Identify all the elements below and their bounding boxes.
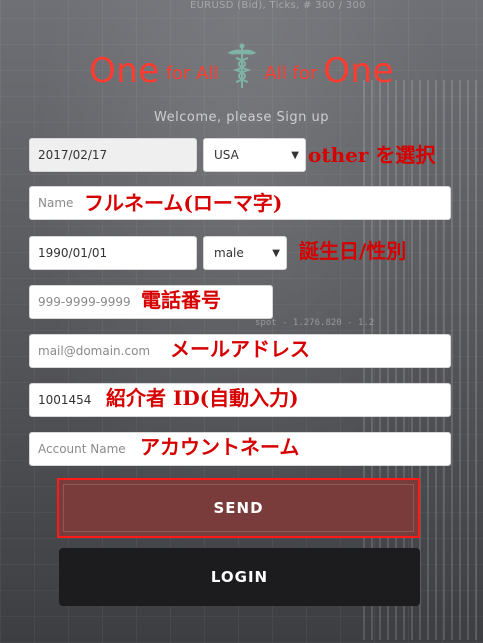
email-placeholder: mail@domain.com bbox=[38, 344, 151, 358]
gender-select[interactable]: male ▼ bbox=[203, 236, 287, 270]
referrer-id-value: 1001454 bbox=[38, 393, 92, 407]
logo-all-for: All for bbox=[264, 63, 318, 84]
annotation-email: メールアドレス bbox=[170, 337, 310, 361]
annotation-referrer: 紹介者 ID(自動入力) bbox=[106, 386, 299, 410]
logo-one-right: One bbox=[323, 51, 395, 91]
birthdate-input[interactable]: 1990/01/01 bbox=[29, 236, 197, 270]
welcome-subtitle: Welcome, please Sign up bbox=[154, 110, 329, 125]
send-button[interactable]: SEND bbox=[57, 478, 420, 538]
send-button-label: SEND bbox=[213, 499, 264, 517]
logo-one-left: One bbox=[88, 51, 160, 91]
name-placeholder: Name bbox=[38, 196, 74, 210]
annotation-name: フルネーム(ローマ字) bbox=[84, 191, 283, 215]
dropdown-arrow-icon: ▼ bbox=[272, 247, 280, 259]
annotation-phone: 電話番号 bbox=[141, 288, 221, 312]
phone-placeholder: 999-9999-9999 bbox=[38, 295, 131, 309]
registration-date-field[interactable]: 2017/02/17 bbox=[29, 138, 197, 172]
gender-selected-value: male bbox=[214, 246, 244, 260]
login-button-label: LOGIN bbox=[210, 568, 269, 586]
registration-date-value: 2017/02/17 bbox=[38, 148, 108, 162]
background-price-text: spot - 1.276.820 - 1.2 bbox=[255, 318, 375, 328]
brand-logo: One for All All for One bbox=[0, 40, 483, 90]
logo-for-all: for All bbox=[165, 63, 219, 84]
account-name-placeholder: Account Name bbox=[38, 442, 126, 456]
dropdown-arrow-icon: ▼ bbox=[291, 149, 299, 161]
signup-page: EURUSD (Bid), Ticks, # 300 / 300 spot - … bbox=[0, 0, 483, 643]
country-select[interactable]: USA ▼ bbox=[203, 138, 306, 172]
caduceus-icon bbox=[226, 43, 257, 88]
birthdate-value: 1990/01/01 bbox=[38, 246, 108, 260]
annotation-country: other を選択 bbox=[308, 143, 436, 167]
login-button[interactable]: LOGIN bbox=[59, 548, 420, 606]
country-selected-value: USA bbox=[214, 148, 239, 162]
annotation-birth-gender: 誕生日/性別 bbox=[299, 239, 407, 263]
background-ticker-text: EURUSD (Bid), Ticks, # 300 / 300 bbox=[190, 0, 366, 11]
annotation-account: アカウントネーム bbox=[140, 435, 300, 459]
